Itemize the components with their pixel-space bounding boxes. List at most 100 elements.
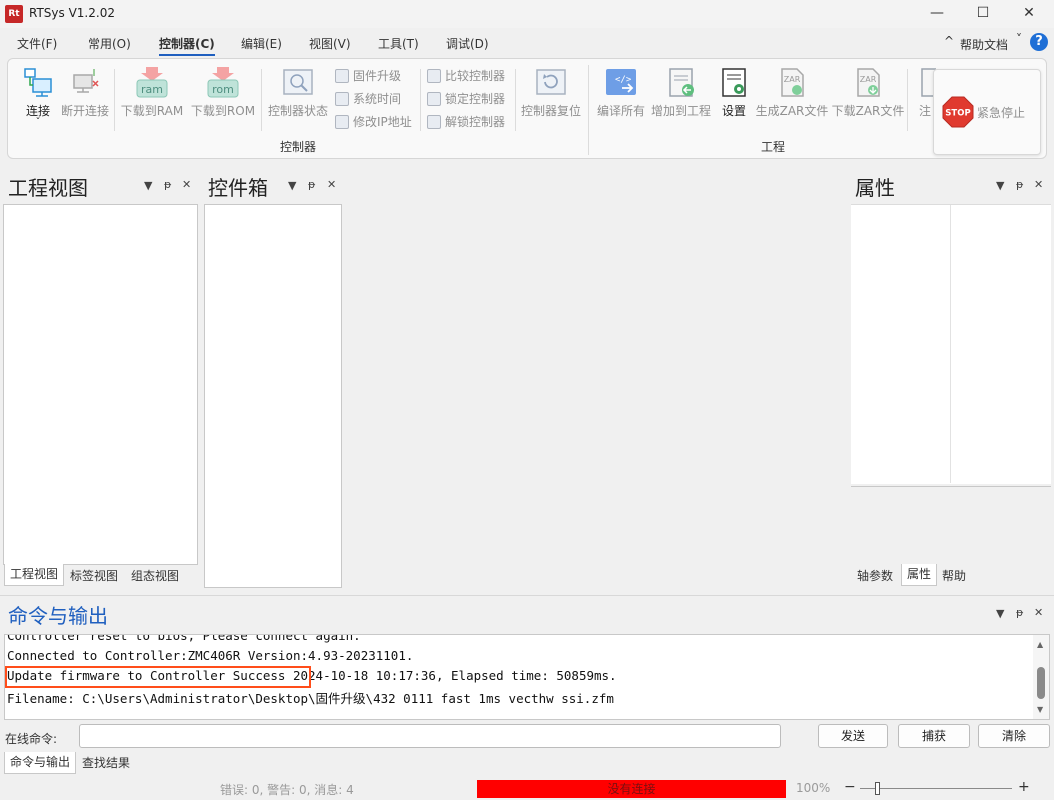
send-button[interactable]: 发送 (818, 724, 888, 748)
controller-status-button[interactable]: 控制器状态 (264, 67, 332, 119)
help-dropdown-icon[interactable]: ˅ (1016, 32, 1022, 46)
close-button[interactable]: ✕ (1006, 0, 1052, 28)
controller-reset-button[interactable]: 控制器复位 (516, 67, 586, 119)
panel-dropdown-icon[interactable]: ▼ (996, 179, 1004, 192)
menu-view[interactable]: 视图(V) (309, 35, 351, 52)
command-input[interactable] (79, 724, 781, 748)
clear-button[interactable]: 清除 (978, 724, 1050, 748)
download-zar-icon: ZAR (851, 67, 885, 99)
panel-dropdown-icon[interactable]: ▼ (288, 179, 296, 192)
tab-find-results[interactable]: 查找结果 (77, 753, 135, 775)
panel-dropdown-icon[interactable]: ▼ (996, 607, 1004, 620)
tab-axis-params[interactable]: 轴参数 (852, 566, 898, 588)
settings-button[interactable]: 设置 (714, 67, 754, 119)
properties-title: 属性 (855, 176, 895, 200)
ip-icon (335, 115, 349, 129)
menu-tools[interactable]: 工具(T) (378, 35, 419, 52)
tab-properties[interactable]: 属性 (901, 564, 938, 586)
toolbox-area[interactable] (204, 204, 342, 588)
firmware-icon (335, 69, 349, 83)
panel-close-icon[interactable]: ✕ (182, 178, 191, 191)
menu-edit[interactable]: 编辑(E) (241, 35, 282, 52)
output-log[interactable]: Controller reset to bios, Please connect… (4, 634, 1050, 720)
tab-label-view[interactable]: 标签视图 (65, 566, 123, 588)
menu-file[interactable]: 文件(F) (17, 35, 57, 52)
download-rom-button[interactable]: rom 下载到ROM (188, 67, 258, 119)
maximize-button[interactable]: ☐ (960, 0, 1006, 28)
zar-icon-text-2: ZAR (860, 75, 877, 84)
add-to-project-label: 增加到工程 (650, 104, 711, 118)
project-tree[interactable] (3, 204, 198, 565)
download-ram-button[interactable]: ram 下载到RAM (118, 67, 186, 119)
tab-project-view[interactable]: 工程视图 (4, 564, 65, 586)
panel-pin-icon[interactable]: ᵽ (1016, 606, 1023, 619)
ribbon-collapse-icon[interactable]: ^ (944, 34, 954, 48)
output-scrollbar[interactable]: ▲ ▼ (1033, 635, 1049, 719)
lock-controller-button[interactable]: 锁定控制器 (427, 88, 505, 110)
panel-close-icon[interactable]: ✕ (1034, 606, 1043, 619)
success-highlight-box (5, 666, 311, 688)
help-docs-link[interactable]: 帮助文档 (960, 36, 1008, 53)
emergency-stop-button[interactable]: 紧急停止 (977, 104, 1025, 121)
stop-sign-text: STOP (945, 109, 970, 119)
help-question-icon[interactable]: ? (1030, 33, 1048, 51)
output-line: Filename: C:\Users\Administrator\Desktop… (7, 691, 614, 706)
zoom-in-button[interactable]: + (1018, 779, 1030, 795)
menu-bar: 文件(F) 常用(O) 控制器(C) 编辑(E) 视图(V) 工具(T) 调试(… (0, 30, 1054, 56)
properties-grid[interactable] (851, 204, 1051, 484)
zoom-slider-thumb[interactable] (875, 782, 880, 795)
minimize-button[interactable]: — (914, 0, 960, 28)
scroll-down-icon[interactable]: ▼ (1037, 705, 1043, 714)
stop-sign-icon[interactable]: STOP (942, 96, 974, 128)
status-bar: 错误: 0, 警告: 0, 消息: 4 没有连接 100% − + (0, 778, 1054, 800)
panel-dropdown-icon[interactable]: ▼ (144, 179, 152, 192)
generate-zar-button[interactable]: ZAR 生成ZAR文件 (754, 67, 830, 119)
disconnect-icon (68, 67, 102, 99)
download-ram-label: 下载到RAM (120, 104, 184, 118)
download-zar-button[interactable]: ZAR 下载ZAR文件 (830, 67, 906, 119)
panel-close-icon[interactable]: ✕ (327, 178, 336, 191)
menu-common[interactable]: 常用(O) (88, 35, 131, 52)
controller-reset-icon (534, 67, 568, 99)
modify-ip-button[interactable]: 修改IP地址 (335, 111, 412, 133)
svg-text:</>: </> (615, 75, 632, 85)
zoom-slider-track[interactable] (860, 788, 1012, 789)
connect-button[interactable]: 连接 ˇ (16, 67, 60, 128)
controller-group-label: 控制器 (280, 140, 317, 154)
tab-help[interactable]: 帮助 (937, 566, 971, 588)
capture-button[interactable]: 捕获 (898, 724, 970, 748)
panel-pin-icon[interactable]: ᵽ (1016, 178, 1023, 191)
output-line: Connected to Controller:ZMC406R Version:… (7, 648, 414, 663)
zoom-out-button[interactable]: − (844, 779, 856, 795)
group-separator (588, 65, 589, 155)
firmware-upgrade-button[interactable]: 固件升级 (335, 65, 401, 87)
add-to-project-button[interactable]: 增加到工程 (648, 67, 714, 119)
panel-pin-icon[interactable]: ᵽ (164, 178, 171, 191)
system-time-button[interactable]: 系统时间 (335, 88, 401, 110)
menu-debug[interactable]: 调试(D) (446, 35, 489, 52)
download-rom-icon: rom (206, 67, 240, 99)
scroll-thumb[interactable] (1037, 667, 1045, 699)
controller-reset-label: 控制器复位 (520, 104, 581, 118)
scroll-up-icon[interactable]: ▲ (1037, 640, 1043, 649)
controller-status-icon (281, 67, 315, 99)
rom-icon-text: rom (212, 83, 234, 96)
compile-all-label: 编译所有 (596, 104, 645, 118)
connect-icon (21, 67, 55, 99)
disconnect-button[interactable]: 断开连接 (58, 67, 112, 119)
properties-divider (950, 205, 951, 483)
menu-controller[interactable]: 控制器(C) (159, 35, 215, 56)
separator (907, 69, 908, 131)
zoom-level: 100% (796, 781, 831, 795)
compare-controller-button[interactable]: 比较控制器 (427, 65, 505, 87)
ribbon: 连接 ˇ 断开连接 ram 下载到RAM rom 下载到ROM 控制器状态 固件… (7, 58, 1047, 159)
settings-icon (717, 67, 751, 99)
properties-description (851, 486, 1051, 564)
tab-command-output[interactable]: 命令与输出 (4, 752, 77, 774)
unlock-controller-button[interactable]: 解锁控制器 (427, 111, 505, 133)
panel-pin-icon[interactable]: ᵽ (308, 178, 315, 191)
ram-icon-text: ram (141, 83, 163, 96)
compile-all-button[interactable]: </> 编译所有 (594, 67, 648, 119)
tab-config-view[interactable]: 组态视图 (126, 566, 184, 588)
panel-close-icon[interactable]: ✕ (1034, 178, 1043, 191)
